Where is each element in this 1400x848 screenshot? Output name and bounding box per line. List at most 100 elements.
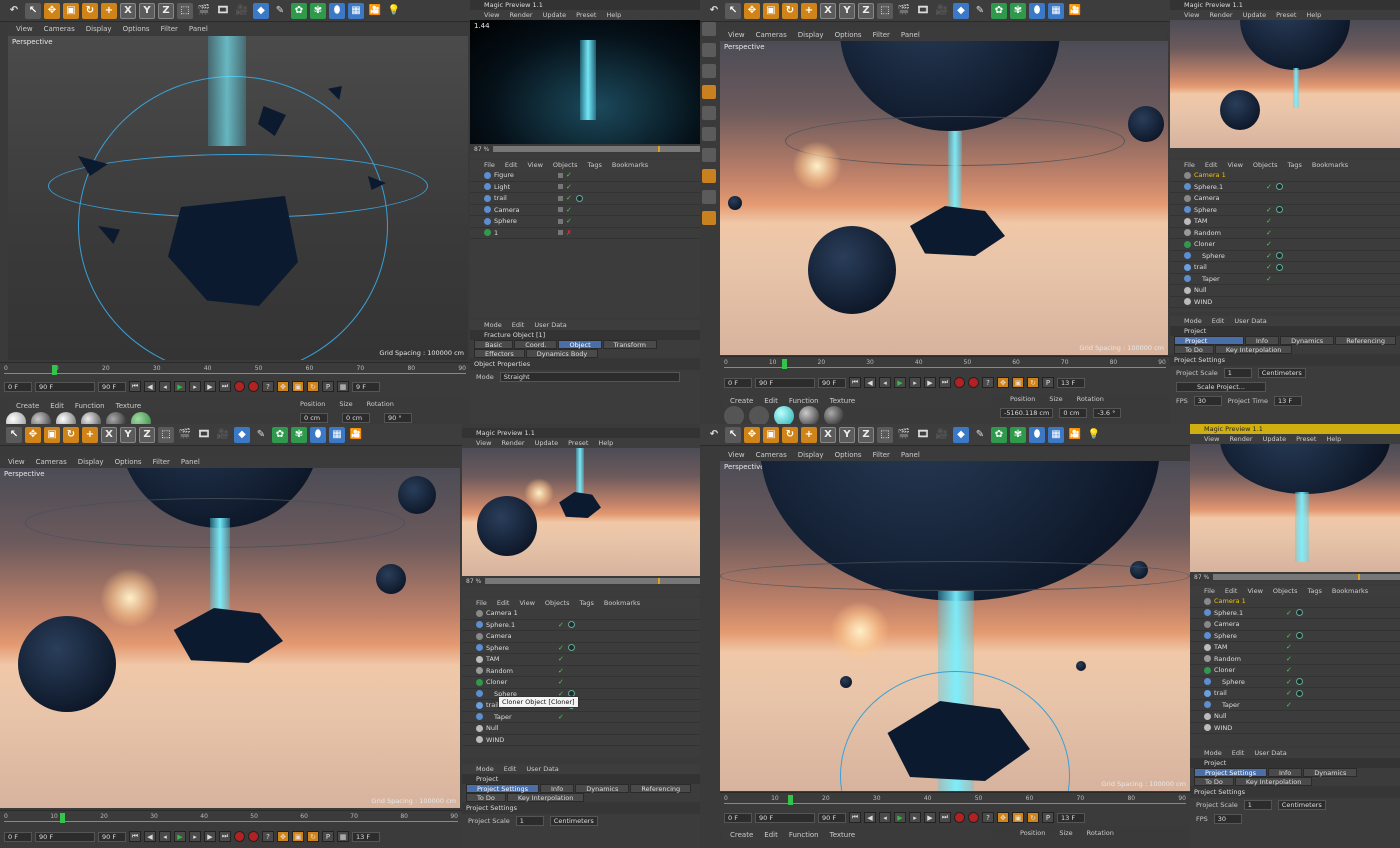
deformer-icon[interactable]: ⬮ [1029,426,1045,443]
render-view-icon[interactable]: 🎬 [896,3,912,19]
menu-objects[interactable]: Objects [1273,586,1298,596]
render-settings-icon[interactable]: 🎥 [934,3,950,19]
y-axis-button[interactable]: Y [139,2,155,19]
object-row[interactable]: TAM ✓ [1190,642,1400,654]
menu-preset[interactable]: Preset [576,10,596,20]
frame-max-field[interactable]: 90 F [98,831,126,842]
scale-icon[interactable]: ▣ [44,426,60,443]
prev-key-icon[interactable]: ◀ [144,381,156,392]
menu-view[interactable]: View [1247,586,1262,596]
camera-icon[interactable]: 🎦 [1067,3,1083,19]
move-key-icon[interactable]: ✥ [277,381,289,392]
tab-transform[interactable]: Transform [602,340,657,349]
frame-end-field[interactable]: 90 F [755,812,815,823]
menu-texture[interactable]: Texture [116,402,142,410]
object-row[interactable]: Cloner ✓ [462,677,700,689]
points-mode-icon[interactable] [702,106,716,120]
autokey-icon[interactable] [968,812,979,823]
menu-options[interactable]: Options [115,458,142,466]
current-frame-field[interactable]: 13 F [1057,377,1085,388]
tab-dynamics-body[interactable]: Dynamics Body [525,349,599,358]
make-editable-icon[interactable] [702,22,716,36]
material-swatch[interactable] [724,406,744,424]
menu-view[interactable]: View [1227,160,1242,170]
object-row[interactable]: Camera [1170,193,1400,205]
fps-field[interactable]: 30 [1193,396,1222,406]
rotate-icon[interactable]: ↻ [782,2,798,19]
record-icon[interactable] [234,381,245,392]
floor-icon[interactable]: ▦ [1048,426,1064,443]
menu-view[interactable]: View [16,25,33,33]
menu-view[interactable]: View [728,451,745,459]
menu-bookmarks[interactable]: Bookmarks [604,598,640,608]
scale-icon[interactable]: ▣ [763,2,779,19]
material-swatch[interactable] [106,412,126,424]
object-row[interactable]: Sphere.1 ✓ [1170,182,1400,193]
zoom-slider[interactable] [485,578,700,584]
tag-icon[interactable] [568,644,575,652]
enable-check-icon[interactable]: ✓ [1266,217,1272,225]
scale-unit-dropdown[interactable]: Centimeters [1277,800,1326,810]
viewport-perspective[interactable]: Perspective Grid Spacing : 100000 cm [720,461,1190,791]
tag-icon[interactable] [1276,252,1283,260]
playhead[interactable] [60,813,65,823]
tab-coord[interactable]: Coord. [514,340,558,349]
menu-tags[interactable]: Tags [579,598,593,608]
tag-icon[interactable] [1276,263,1283,271]
prev-frame-icon[interactable]: ◂ [879,812,891,823]
tab-project-settings[interactable]: Project Settings [1194,768,1267,777]
enable-check-icon[interactable]: ✓ [1286,678,1292,686]
object-row[interactable]: Taper ✓ [462,712,700,723]
material-swatch[interactable] [749,406,769,424]
menu-bookmarks[interactable]: Bookmarks [1332,586,1368,596]
z-axis-button[interactable]: Z [139,426,155,443]
visibility-icon[interactable] [558,184,563,190]
object-row[interactable]: Null [462,723,700,735]
render-picture-icon[interactable]: 🎞 [915,3,931,19]
menu-tags[interactable]: Tags [587,160,601,170]
rotate-key-icon[interactable]: ↻ [307,831,319,842]
add-icon[interactable]: + [801,426,817,443]
menu-panel[interactable]: Panel [901,31,920,39]
object-row[interactable]: WIND [462,735,700,746]
frame-max-field[interactable]: 90 F [818,812,846,823]
menu-bookmarks[interactable]: Bookmarks [612,160,648,170]
magnet-icon[interactable] [702,211,716,225]
menu-edit[interactable]: Edit [497,598,510,608]
z-axis-button[interactable]: Z [858,426,874,443]
prev-frame-icon[interactable]: ◂ [159,381,171,392]
enable-check-icon[interactable]: ✓ [566,217,572,225]
object-row[interactable]: Figure ✓ [470,170,700,182]
cloner-icon[interactable]: ✾ [310,2,326,19]
edges-mode-icon[interactable] [702,127,716,141]
object-row[interactable]: Taper ✓ [1170,274,1400,285]
menu-view[interactable]: View [476,438,491,448]
menu-cameras[interactable]: Cameras [756,451,787,459]
playhead[interactable] [782,359,787,369]
enable-check-icon[interactable]: ✓ [558,678,564,686]
menu-mode[interactable]: Mode [1204,748,1222,758]
record-icon[interactable] [954,812,965,823]
menu-function[interactable]: Function [789,831,819,839]
render-picture-icon[interactable]: 🎞 [215,3,231,19]
param-key-icon[interactable]: P [1042,812,1054,823]
menu-create[interactable]: Create [730,831,753,839]
object-row[interactable]: Random ✓ [1170,228,1400,239]
material-swatch[interactable] [6,412,26,424]
camera-icon[interactable]: 🎦 [367,3,383,19]
rotate-icon[interactable]: ↻ [63,426,79,443]
x-axis-button[interactable]: X [120,2,136,19]
tag-icon[interactable] [576,194,583,202]
menu-create[interactable]: Create [16,402,39,410]
material-swatch[interactable] [81,412,101,424]
menu-preset[interactable]: Preset [568,438,588,448]
object-row[interactable]: Camera 1 [1190,596,1400,608]
tab-to-do[interactable]: To Do [466,793,506,802]
menu-preset[interactable]: Preset [1276,10,1296,20]
enable-check-icon[interactable]: ✓ [1266,206,1272,214]
z-axis-button[interactable]: Z [158,2,174,19]
playhead[interactable] [52,365,57,375]
rotate-icon[interactable]: ↻ [782,426,798,443]
keyframe-icon[interactable]: ? [982,812,994,823]
subdivision-icon[interactable]: ✿ [991,426,1007,443]
